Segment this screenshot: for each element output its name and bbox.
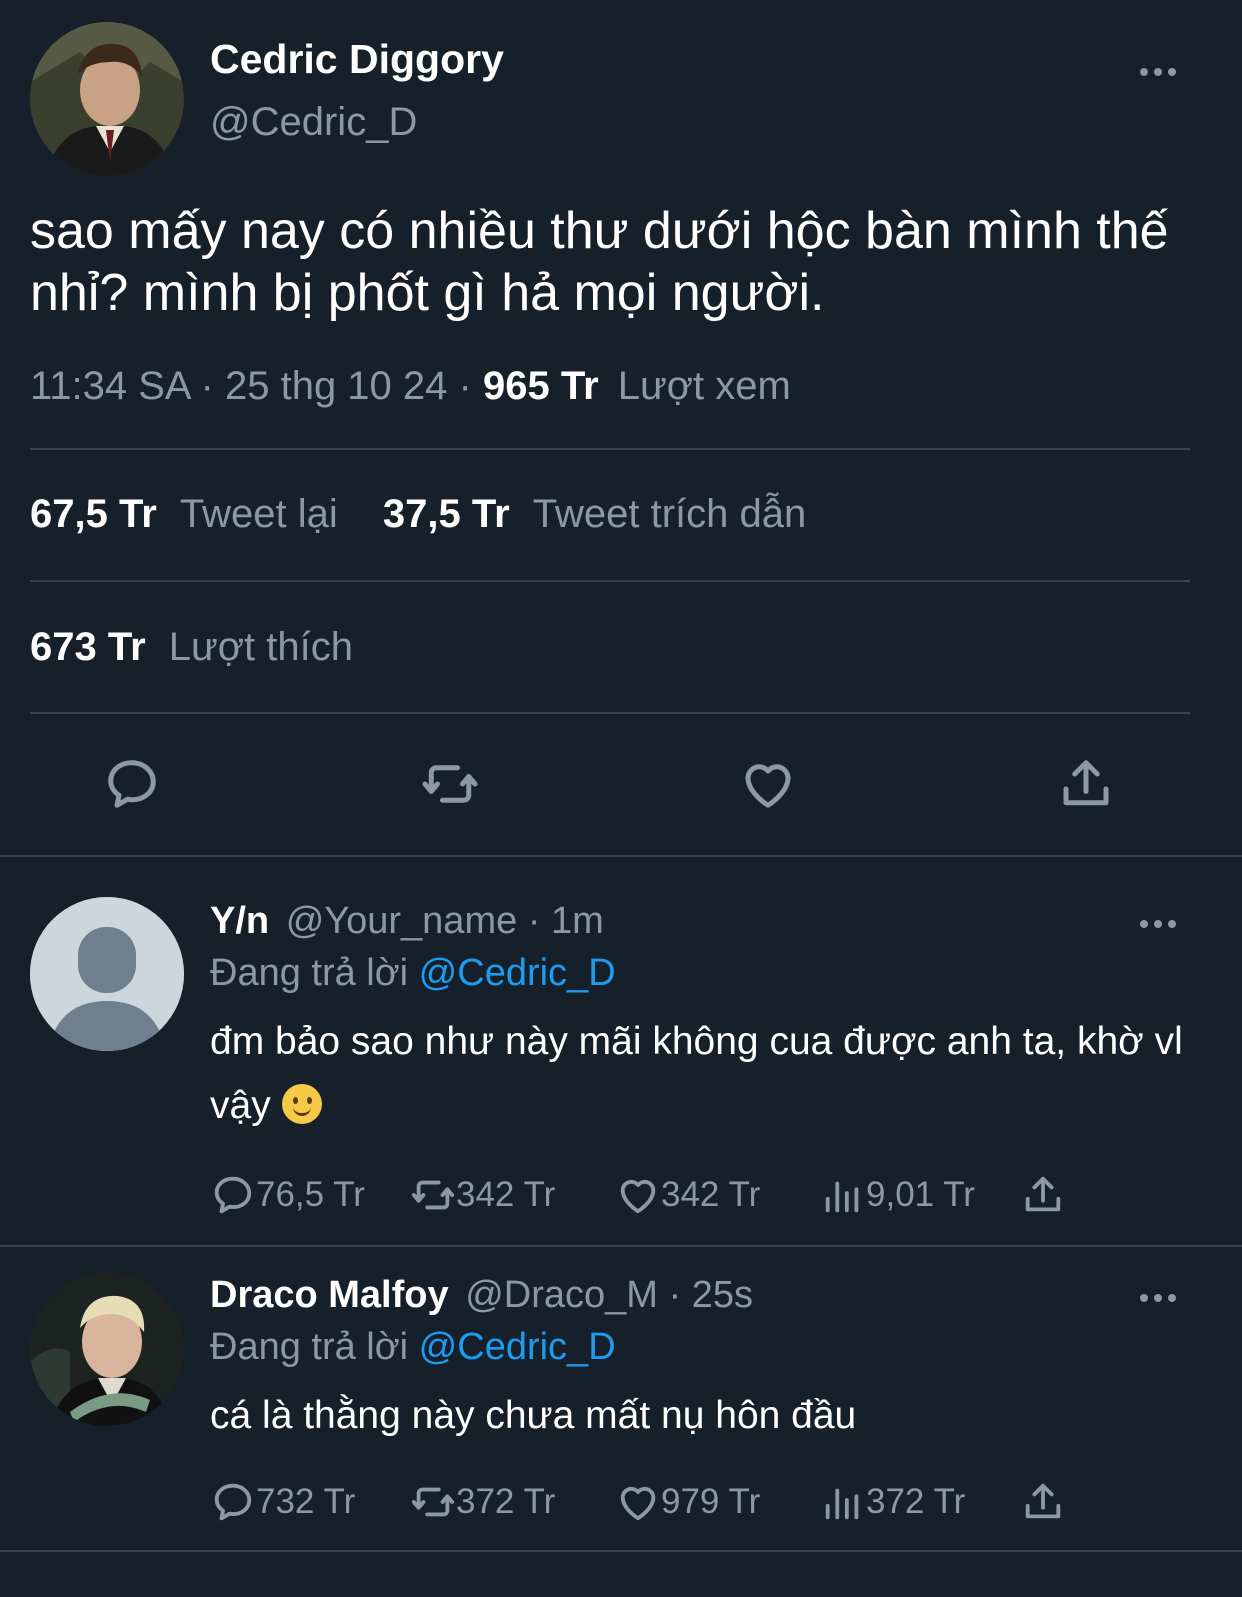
avatar-draco[interactable] [30,1272,184,1426]
tweet-meta: 11:34 SA · 25 thg 10 24 · 965 Tr Lượt xe… [30,364,791,409]
meta-separator: · [527,900,541,942]
reply-text-content: đm bảo sao như này mãi không cua được an… [210,1020,1183,1127]
views-button[interactable]: 9,01 Tr [820,1172,1020,1218]
meta-separator: · [200,364,214,408]
share-button[interactable] [1020,1172,1066,1218]
author-handle[interactable]: @Cedric_D [210,100,417,145]
slightly-smiling-face-icon [281,1084,322,1124]
reply-icon[interactable] [100,752,164,816]
reply-button[interactable]: 732 Tr [210,1479,410,1525]
author-display-name[interactable]: Cedric Diggory [210,36,504,83]
avatar-default[interactable] [30,897,184,1051]
divider [0,1245,1242,1247]
share-button[interactable] [1020,1479,1066,1525]
retweet-stats: 67,5 Tr Tweet lại 37,5 Tr Tweet trích dẫ… [30,492,806,537]
divider [30,712,1190,714]
replying-to: Đang trả lời @Cedric_D [210,952,616,995]
reply-text: cá là thằng này chưa mất nụ hôn đầu [210,1394,857,1437]
likes-link[interactable]: 673 Tr Lượt thích [30,625,353,670]
meta-separator: · [458,364,472,408]
reply-handle[interactable]: @Your_name [286,900,518,942]
like-icon[interactable] [736,752,800,816]
meta-separator: · [668,1274,682,1316]
retweet-icon [411,1180,455,1210]
views-count: 9,01 Tr [866,1175,975,1214]
retweet-count: 372 Tr [456,1482,556,1521]
like-button[interactable]: 979 Tr [615,1479,820,1525]
reply-icon [214,1483,252,1521]
reply-header: Y/n @Your_name · 1m [210,900,604,943]
likes-count: 673 Tr [30,625,146,669]
divider [0,855,1242,857]
avatar-cedric[interactable] [30,22,184,176]
replying-to-handle[interactable]: @Cedric_D [419,952,616,994]
more-options-icon[interactable] [1140,68,1176,76]
reply-icon [214,1176,252,1214]
share-icon [1025,1483,1061,1519]
reply-button[interactable]: 76,5 Tr [210,1172,410,1218]
divider [0,1550,1242,1552]
reply-text: đm bảo sao như này mãi không cua được an… [210,1010,1200,1138]
retweet-button[interactable]: 372 Tr [410,1479,615,1525]
views-button[interactable]: 372 Tr [820,1479,1020,1525]
likes-label: Lượt thích [168,625,353,669]
like-icon [620,1179,656,1214]
divider [30,580,1190,582]
like-icon [620,1486,656,1521]
reply-count: 76,5 Tr [256,1175,365,1214]
tweet-time[interactable]: 11:34 SA [30,364,189,408]
views-count: 372 Tr [866,1482,966,1521]
retweet-button[interactable]: 342 Tr [410,1172,615,1218]
reply-actions: 76,5 Tr 342 Tr 342 Tr 9,01 Tr [210,1172,1066,1218]
views-count: 965 Tr [482,364,599,408]
tweet-date[interactable]: 25 thg 10 24 [225,364,447,408]
retweet-icon [411,1487,455,1517]
like-button[interactable]: 342 Tr [615,1172,820,1218]
quotes-label: Tweet trích dẫn [532,492,807,536]
reply-handle[interactable]: @Draco_M [465,1274,658,1316]
reply-display-name[interactable]: Y/n [210,900,269,942]
tweet-text: sao mấy nay có nhiều thư dưới hộc bàn mì… [30,202,1169,322]
quotes-count: 37,5 Tr [382,492,510,536]
replying-to-label: Đang trả lời [210,1326,409,1368]
divider [30,448,1190,450]
retweet-icon[interactable] [418,752,482,816]
like-count: 979 Tr [661,1482,761,1521]
reply-count: 732 Tr [256,1482,356,1521]
share-icon [1025,1176,1061,1212]
replying-to-handle[interactable]: @Cedric_D [419,1326,616,1368]
like-count: 342 Tr [661,1175,761,1214]
reply-display-name[interactable]: Draco Malfoy [210,1274,449,1316]
reply-actions: 732 Tr 372 Tr 979 Tr 372 Tr [210,1479,1066,1525]
retweets-link[interactable]: 67,5 Tr Tweet lại [30,492,349,536]
retweet-count: 342 Tr [456,1175,556,1214]
reply-header: Draco Malfoy @Draco_M · 25s [210,1274,753,1317]
views-label: Lượt xem [617,364,791,408]
views-icon [825,1488,859,1520]
replying-to: Đang trả lời @Cedric_D [210,1326,616,1369]
retweets-label: Tweet lại [179,492,338,536]
more-options-icon[interactable] [1140,1294,1176,1302]
reply-time[interactable]: 1m [551,900,604,942]
share-icon[interactable] [1054,752,1118,816]
more-options-icon[interactable] [1140,920,1176,928]
views-icon [825,1181,859,1213]
replying-to-label: Đang trả lời [210,952,409,994]
retweets-count: 67,5 Tr [30,492,157,536]
reply-time[interactable]: 25s [692,1274,753,1316]
quotes-link[interactable]: 37,5 Tr Tweet trích dẫn [383,492,806,536]
